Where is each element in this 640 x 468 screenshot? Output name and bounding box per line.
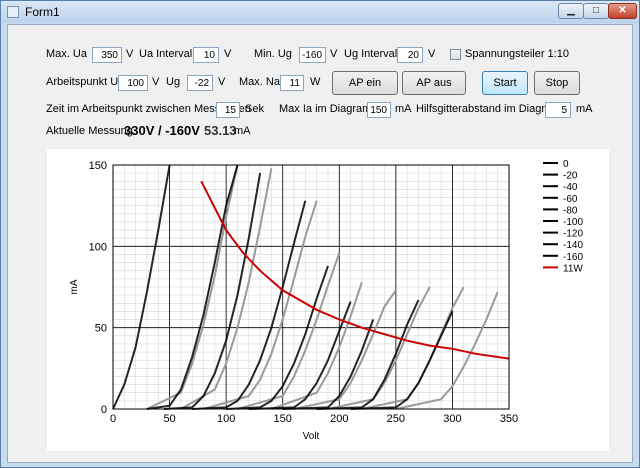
- secondary-series-line: [293, 289, 397, 410]
- legend-label: -60: [563, 194, 578, 205]
- current-reading: 53.13: [204, 123, 237, 138]
- legend-label: -100: [563, 217, 583, 228]
- legend-label: -120: [563, 229, 583, 240]
- minimize-button[interactable]: ▁: [558, 3, 584, 19]
- ug-interval-unit: V: [428, 48, 436, 60]
- legend-label: -160: [563, 252, 583, 263]
- max-ia-unit: mA: [395, 103, 412, 115]
- start-button[interactable]: Start: [482, 71, 528, 95]
- max-na-label: Max. Na: [239, 76, 280, 88]
- x-tick-label: 200: [330, 413, 348, 425]
- max-ia-input[interactable]: [367, 102, 391, 118]
- min-ug-input[interactable]: [299, 47, 326, 63]
- voltage-divider-label: Spannungsteiler 1:10: [465, 48, 569, 60]
- y-tick-labels: 0 50 100 150: [89, 160, 107, 416]
- ug-interval-label: Ug Intervall: [344, 48, 400, 60]
- ua-interval-input[interactable]: [193, 47, 219, 63]
- ua-interval-unit: V: [224, 48, 232, 60]
- app-icon: [7, 6, 19, 18]
- voltage-reading: 330V / -160V: [124, 123, 200, 138]
- y-tick-label: 100: [89, 241, 107, 253]
- x-tick-label: 100: [217, 413, 235, 425]
- ap-ug-input[interactable]: [187, 75, 213, 91]
- main-window: Form1 ▁ □ ✕ Max. Ua V Ua Intervall V Min…: [0, 0, 640, 468]
- legend-label: 11W: [563, 263, 583, 274]
- max-ua-unit: V: [126, 48, 134, 60]
- ap-ua-input[interactable]: [118, 75, 148, 91]
- series-line-11W: [200, 180, 510, 360]
- grid-distance-input[interactable]: [545, 102, 571, 118]
- legend: 0-20-40-60-80-100-120-140-16011W: [543, 159, 583, 274]
- y-tick-label: 50: [95, 323, 107, 335]
- ap-on-button[interactable]: AP ein: [332, 71, 398, 95]
- x-tick-label: 250: [387, 413, 405, 425]
- max-ua-label: Max. Ua: [46, 48, 87, 60]
- minor-grid: [112, 164, 510, 410]
- window-title: Form1: [25, 5, 60, 19]
- y-tick-label: 150: [89, 160, 107, 172]
- min-ug-unit: V: [330, 48, 338, 60]
- legend-label: -20: [563, 171, 578, 182]
- x-tick-label: 150: [274, 413, 292, 425]
- legend-label: 0: [563, 159, 569, 170]
- x-tick-label: 300: [443, 413, 461, 425]
- ap-ug-unit: V: [218, 76, 226, 88]
- measurement-interval-input[interactable]: [216, 102, 240, 118]
- current-reading-unit: mA: [234, 125, 251, 137]
- max-na-unit: W: [310, 76, 321, 88]
- y-axis-label: mA: [69, 279, 80, 294]
- max-ua-input[interactable]: [92, 47, 122, 63]
- x-tick-labels: 0 50 100 150 200 250 300 350: [110, 413, 518, 425]
- maximize-button[interactable]: □: [583, 3, 609, 19]
- x-tick-label: 0: [110, 413, 116, 425]
- stop-button[interactable]: Stop: [534, 71, 580, 95]
- x-axis-label: Volt: [303, 431, 320, 442]
- ap-off-button[interactable]: AP aus: [402, 71, 466, 95]
- current-measurement-label: Aktuelle Messung: [46, 125, 133, 137]
- ap-ug-label: Ug: [166, 76, 181, 88]
- x-tick-label: 350: [500, 413, 518, 425]
- legend-label: -140: [563, 240, 583, 251]
- secondary-series-line: [395, 291, 499, 410]
- legend-label: -40: [563, 182, 578, 193]
- ua-interval-label: Ua Intervall: [139, 48, 195, 60]
- legend-label: -80: [563, 205, 578, 216]
- chart-svg: 0 50 100 150 200 250 300 350 050100150 Volt mA …: [69, 159, 583, 442]
- tube-characteristic-chart: 0 50 100 150 200 250 300 350 0 50 100 150 Volt mA …: [47, 149, 609, 451]
- grid-distance-unit: mA: [576, 103, 593, 115]
- max-ia-label: Max Ia im Diagramm: [279, 103, 381, 115]
- min-ug-label: Min. Ug: [254, 48, 292, 60]
- ug-interval-input[interactable]: [397, 47, 423, 63]
- max-na-input[interactable]: [280, 75, 304, 91]
- y-tick-label: 0: [101, 404, 107, 416]
- x-tick-label: 50: [163, 413, 175, 425]
- measurement-interval-unit: Sek: [245, 103, 264, 115]
- close-button[interactable]: ✕: [608, 3, 637, 19]
- voltage-divider-checkbox[interactable]: [450, 49, 461, 60]
- title-bar[interactable]: Form1 ▁ □ ✕: [1, 1, 639, 23]
- ap-ua-label: Arbeitspunkt Ua: [46, 76, 125, 88]
- ap-ua-unit: V: [152, 76, 160, 88]
